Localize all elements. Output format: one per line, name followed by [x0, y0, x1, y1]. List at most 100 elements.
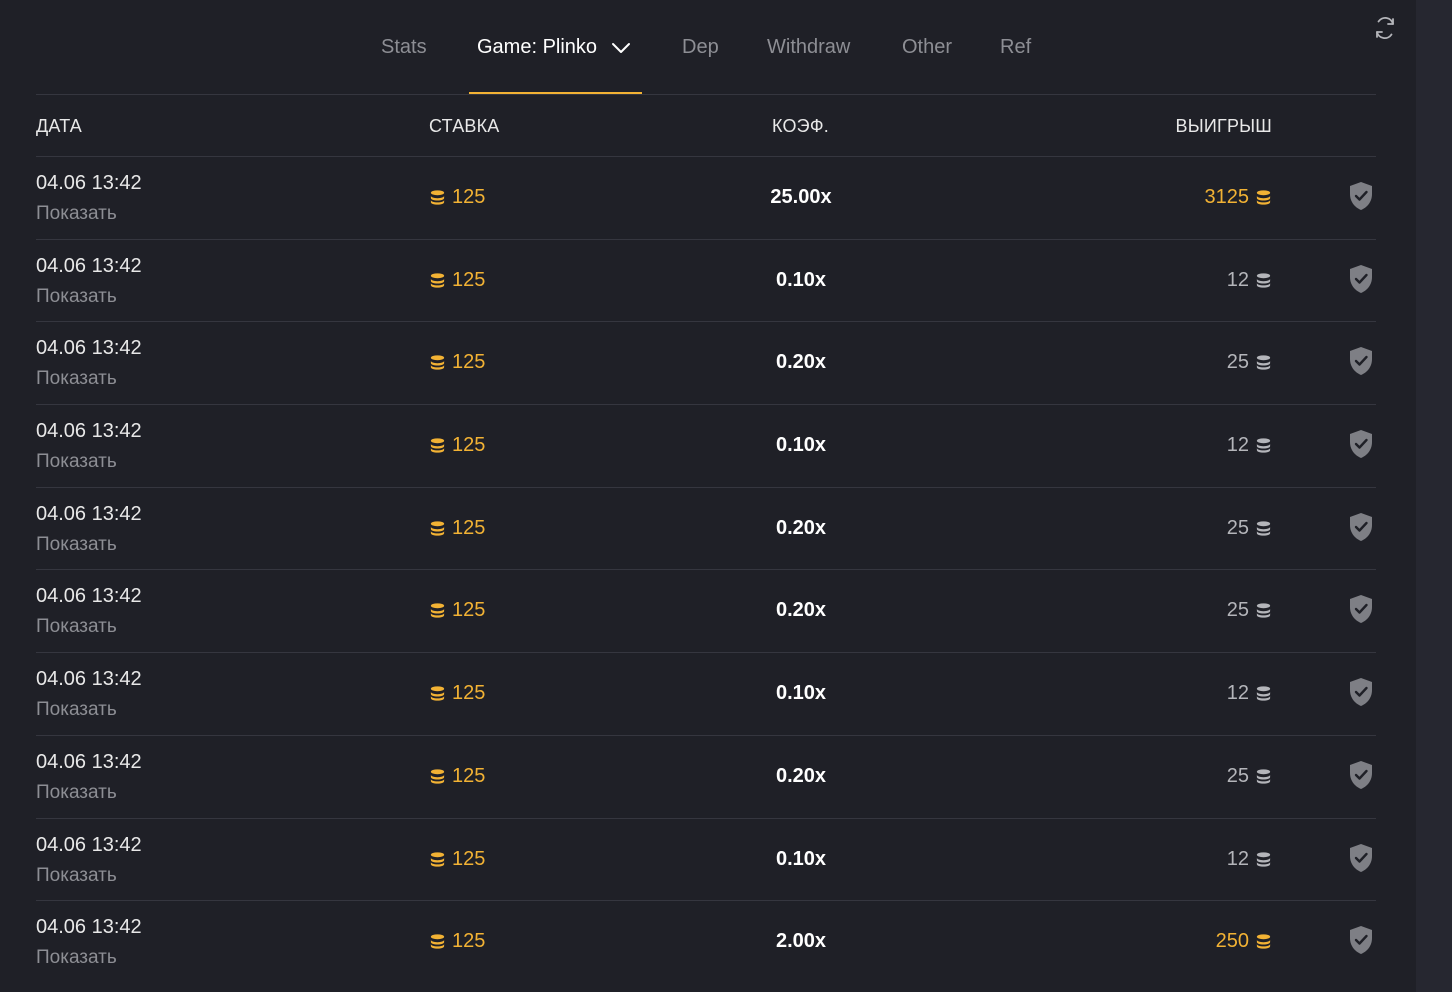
win-amount: 12: [1226, 434, 1249, 457]
tab-other[interactable]: Other: [902, 36, 952, 59]
row-win: 25: [1227, 599, 1272, 622]
show-link[interactable]: Показать: [36, 203, 117, 225]
win-amount: 25: [1226, 351, 1249, 374]
table-row: 04.06 13:42 Показать 125 0.10x 12: [36, 240, 1376, 323]
coin-stack-icon: [430, 686, 445, 701]
row-bet: 125: [429, 517, 485, 540]
table-row: 04.06 13:42 Показать 125 0.20x 25: [36, 736, 1376, 819]
bet-amount: 125: [452, 351, 486, 374]
shield-check-icon[interactable]: [1348, 512, 1374, 542]
shield-check-icon[interactable]: [1348, 181, 1374, 211]
show-link[interactable]: Показать: [36, 865, 117, 887]
row-win: 12: [1227, 682, 1272, 705]
coin-stack-icon: [430, 190, 445, 205]
coin-stack-icon: [1256, 273, 1271, 288]
win-amount: 25: [1226, 516, 1249, 539]
coin-stack-icon: [1256, 355, 1271, 371]
table-row: 04.06 13:42 Показать 125 0.10x 12: [36, 819, 1376, 902]
win-amount: 25: [1226, 599, 1249, 622]
shield-check-icon[interactable]: [1348, 843, 1374, 873]
row-win: 250: [1216, 930, 1272, 953]
row-win: 12: [1227, 269, 1272, 292]
win-amount: 12: [1226, 682, 1249, 705]
bets-table: ДАТА СТАВКА КОЭФ. ВЫИГРЫШ 04.06 13:42 По…: [36, 94, 1376, 984]
win-amount: 12: [1226, 847, 1249, 870]
coin-stack-icon: [1256, 521, 1271, 536]
row-date: 04.06 13:42: [36, 337, 142, 360]
shield-check-icon[interactable]: [1348, 264, 1374, 294]
row-coefficient: 0.20x: [775, 599, 827, 622]
tab-stats[interactable]: Stats: [381, 36, 427, 59]
coin-stack-icon: [430, 273, 445, 288]
row-win: 25: [1227, 517, 1272, 540]
show-link[interactable]: Показать: [36, 451, 117, 473]
bet-amount: 125: [452, 268, 486, 291]
column-header-bet: СТАВКА: [429, 116, 500, 136]
tab-ref[interactable]: Ref: [1000, 36, 1031, 59]
row-bet: 125: [429, 765, 485, 788]
row-coefficient: 0.10x: [775, 268, 827, 291]
chevron-down-icon: [612, 42, 631, 53]
shield-check-icon[interactable]: [1348, 429, 1374, 459]
tab-label: Game: Plinko: [477, 36, 598, 58]
row-win: 3125: [1205, 186, 1273, 209]
win-amount: 250: [1215, 930, 1249, 953]
coin-stack-icon: [1256, 769, 1271, 784]
row-date: 04.06 13:42: [36, 502, 142, 525]
bet-amount: 125: [452, 682, 486, 705]
coin-stack-icon: [430, 851, 445, 867]
row-coefficient: 0.20x: [775, 351, 827, 374]
tab-game-plinko[interactable]: Game: Plinko: [477, 36, 631, 59]
column-header-coef: КОЭФ.: [772, 116, 829, 136]
shield-check-icon[interactable]: [1348, 677, 1374, 707]
table-row: 04.06 13:42 Показать 125 0.10x 12: [36, 653, 1376, 736]
coin-stack-icon: [430, 603, 445, 619]
row-coefficient: 2.00x: [775, 930, 827, 953]
show-link[interactable]: Показать: [36, 368, 117, 390]
row-win: 12: [1227, 848, 1272, 871]
shield-check-icon[interactable]: [1348, 594, 1374, 624]
tab-label: Ref: [1000, 36, 1032, 58]
row-date: 04.06 13:42: [36, 916, 142, 939]
coin-stack-icon: [1256, 686, 1271, 701]
bet-amount: 125: [452, 434, 486, 457]
tab-label: Other: [902, 36, 953, 58]
coin-stack-icon: [430, 769, 445, 784]
shield-check-icon[interactable]: [1348, 346, 1374, 376]
row-date: 04.06 13:42: [36, 585, 142, 608]
show-link[interactable]: Показать: [36, 286, 117, 308]
row-bet: 125: [429, 682, 485, 705]
table-row: 04.06 13:42 Показать 125 25.00x 3125: [36, 157, 1376, 240]
row-bet: 125: [429, 930, 485, 953]
show-link[interactable]: Показать: [36, 782, 117, 804]
row-coefficient: 0.20x: [775, 516, 827, 539]
column-header-win: ВЫИГРЫШ: [1175, 116, 1272, 136]
shield-check-icon[interactable]: [1348, 760, 1374, 790]
tab-dep[interactable]: Dep: [682, 36, 719, 59]
show-link[interactable]: Показать: [36, 947, 117, 969]
table-row: 04.06 13:42 Показать 125 0.20x 25: [36, 570, 1376, 654]
row-win: 25: [1227, 765, 1272, 788]
table-header: ДАТА СТАВКА КОЭФ. ВЫИГРЫШ: [36, 95, 1376, 157]
show-link[interactable]: Показать: [36, 699, 117, 721]
scrollbar-track[interactable]: [1416, 0, 1452, 992]
row-bet: 125: [429, 599, 485, 622]
show-link[interactable]: Показать: [36, 616, 117, 638]
row-bet: 125: [429, 351, 485, 374]
row-win: 12: [1227, 434, 1272, 457]
bet-amount: 125: [452, 599, 486, 622]
row-coefficient: 0.10x: [775, 434, 827, 457]
row-date: 04.06 13:42: [36, 420, 142, 443]
coin-stack-icon: [430, 355, 445, 371]
tab-withdraw[interactable]: Withdraw: [767, 36, 850, 59]
shield-check-icon[interactable]: [1348, 925, 1374, 955]
column-header-date: ДАТА: [36, 116, 82, 136]
row-win: 25: [1227, 351, 1272, 374]
row-bet: 125: [429, 186, 485, 209]
bet-amount: 125: [452, 930, 486, 953]
table-row: 04.06 13:42 Показать 125 0.20x 25: [36, 488, 1376, 571]
show-link[interactable]: Показать: [36, 534, 117, 556]
tab-label: Stats: [381, 36, 427, 58]
win-amount: 3125: [1204, 186, 1250, 208]
row-coefficient: 0.10x: [775, 847, 827, 870]
